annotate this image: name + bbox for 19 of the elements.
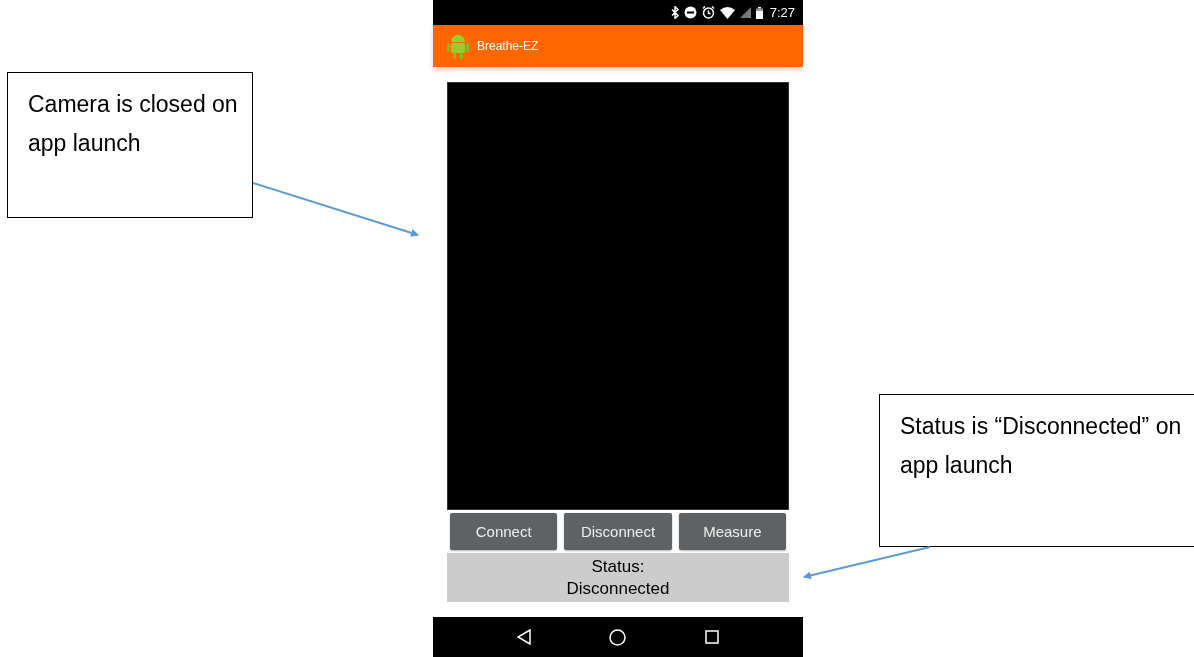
home-icon[interactable]: [609, 628, 627, 646]
recents-icon[interactable]: [704, 630, 719, 644]
annotation-callout: Status is “Disconnected” on app launch: [879, 394, 1194, 547]
back-icon[interactable]: [517, 629, 532, 645]
clock-time: 7:27: [769, 5, 795, 20]
battery-icon: [755, 6, 763, 19]
status-value: Disconnected: [566, 577, 670, 600]
wifi-icon: [719, 6, 735, 19]
action-button[interactable]: Disconnect: [564, 513, 672, 550]
alarm-icon: [701, 6, 715, 19]
do-not-disturb-icon: [683, 6, 697, 19]
signal-icon: [739, 7, 751, 18]
app-title: Breathe-EZ: [477, 39, 539, 53]
annotation-callout: Camera is closed on app launch: [7, 72, 253, 218]
android-robot-icon: [447, 33, 469, 59]
status-label: Status:: [591, 555, 645, 578]
action-button[interactable]: Connect: [450, 513, 558, 550]
action-button[interactable]: Measure: [678, 513, 786, 550]
bluetooth-icon: [670, 6, 679, 19]
